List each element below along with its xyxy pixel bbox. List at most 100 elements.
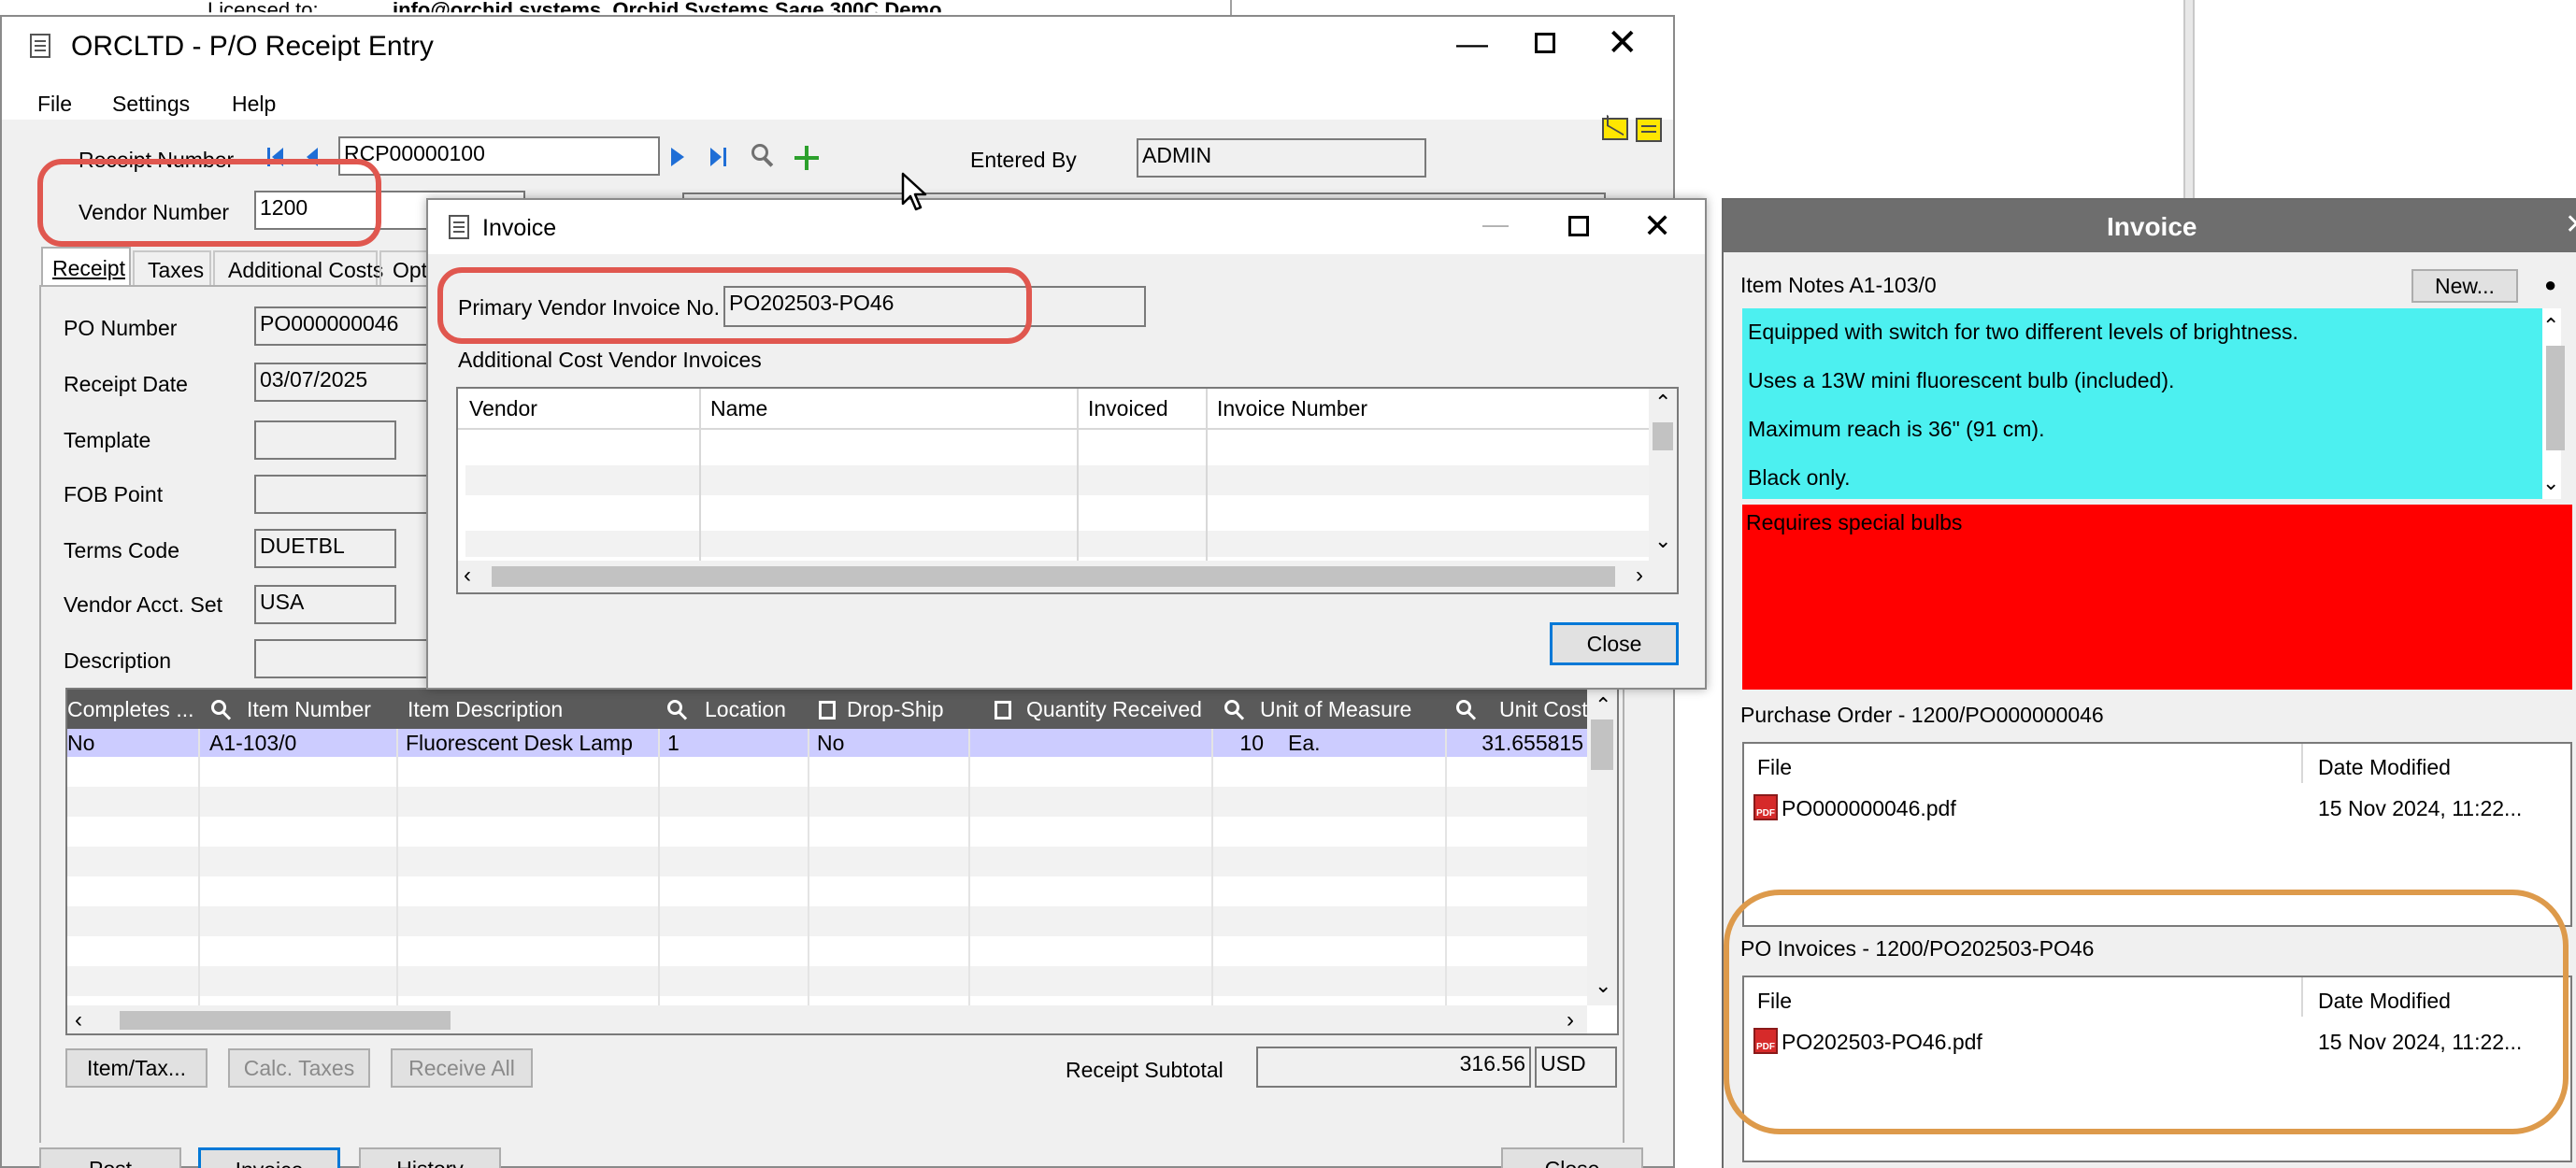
side-panel-close-icon[interactable]: ✕ bbox=[2565, 211, 2576, 239]
cell-item-description: Fluorescent Desk Lamp bbox=[406, 730, 633, 755]
scroll-up-arrow-icon[interactable]: ⌃ bbox=[2542, 316, 2559, 336]
purchase-order-section-label: Purchase Order - 1200/PO000000046 bbox=[1740, 703, 2104, 727]
new-record-plus-icon[interactable] bbox=[794, 146, 819, 170]
description-field[interactable] bbox=[254, 639, 437, 678]
grid-search-icon bbox=[1224, 700, 1245, 720]
scroll-left-arrow-icon[interactable]: ‹ bbox=[75, 1009, 82, 1032]
col-quantity-received-header[interactable]: Quantity Received bbox=[1026, 690, 1202, 729]
scroll-right-arrow-icon[interactable]: › bbox=[1567, 1009, 1574, 1032]
grid-row-empty bbox=[67, 817, 1587, 847]
invoice-button[interactable]: Invoice bbox=[198, 1147, 340, 1168]
template-field[interactable] bbox=[254, 420, 396, 460]
grid-column-lines bbox=[808, 729, 809, 1005]
note-line: Uses a 13W mini fluorescent bulb (includ… bbox=[1748, 368, 2175, 392]
app-doc-icon bbox=[30, 34, 50, 58]
item-tax-button[interactable]: Item/Tax... bbox=[65, 1048, 208, 1088]
post-button[interactable]: Post bbox=[39, 1147, 181, 1168]
side-panel-title: Invoice bbox=[2107, 212, 2197, 241]
cell-location: 1 bbox=[667, 730, 680, 755]
dialog-title-bar[interactable] bbox=[428, 200, 1705, 254]
grid-vertical-thumb[interactable] bbox=[1591, 719, 1613, 770]
po-file-date: 15 Nov 2024, 11:22... bbox=[2318, 796, 2523, 820]
additional-grid-vthumb[interactable] bbox=[1653, 422, 1673, 450]
notes-icon[interactable] bbox=[1636, 118, 1662, 142]
col-vendor-header[interactable]: Vendor bbox=[469, 389, 537, 428]
dialog-close-icon[interactable]: ✕ bbox=[1643, 209, 1671, 243]
grid-horizontal-thumb[interactable] bbox=[120, 1011, 451, 1030]
col-item-number-header[interactable]: Item Number bbox=[247, 690, 371, 729]
grid-search-icon bbox=[211, 700, 232, 720]
background-scroll-divider bbox=[2183, 0, 2195, 198]
po-number-label: PO Number bbox=[64, 316, 178, 340]
col-invoiced-header[interactable]: Invoiced bbox=[1088, 389, 1168, 428]
menu-settings[interactable]: Settings bbox=[112, 93, 190, 115]
grid-lock-icon bbox=[995, 701, 1011, 719]
dialog-close-button[interactable]: Close bbox=[1550, 622, 1679, 665]
receipt-number-field[interactable]: RCP00000100 bbox=[338, 136, 660, 176]
entered-by-label: Entered By bbox=[970, 148, 1077, 172]
minimize-icon[interactable]: — bbox=[1456, 28, 1488, 60]
grid-row-selected[interactable]: No A1-103/0 Fluorescent Desk Lamp 1 No 1… bbox=[67, 729, 1587, 757]
notes-vthumb[interactable] bbox=[2546, 346, 2565, 450]
po-file-name[interactable]: PO000000046.pdf bbox=[1782, 798, 1956, 819]
receipt-date-field[interactable]: 03/07/2025 bbox=[254, 363, 437, 402]
additional-grid-row bbox=[465, 531, 1649, 557]
po-date-header[interactable]: Date Modified bbox=[2318, 757, 2451, 778]
new-note-button[interactable]: New... bbox=[2411, 269, 2518, 303]
scroll-up-arrow-icon[interactable]: ⌃ bbox=[1595, 695, 1611, 716]
col-drop-ship-header[interactable]: Drop-Ship bbox=[847, 690, 944, 729]
additional-grid-header: Vendor Name Invoiced Invoice Number bbox=[458, 389, 1649, 430]
maximize-icon[interactable] bbox=[1535, 33, 1555, 53]
grid-search-icon bbox=[667, 700, 688, 720]
additional-grid-row bbox=[465, 465, 1649, 495]
receipt-date-label: Receipt Date bbox=[64, 372, 188, 396]
close-main-button[interactable]: Close bbox=[1501, 1147, 1643, 1168]
scroll-down-arrow-icon[interactable]: ⌄ bbox=[1595, 976, 1611, 996]
col-unit-of-measure-header[interactable]: Unit of Measure bbox=[1260, 690, 1411, 729]
menu-help[interactable]: Help bbox=[232, 93, 276, 115]
calc-taxes-button[interactable]: Calc. Taxes bbox=[228, 1048, 370, 1088]
terms-code-label: Terms Code bbox=[64, 538, 179, 563]
cell-unit-of-measure: Ea. bbox=[1288, 730, 1321, 755]
additional-grid-hthumb[interactable] bbox=[492, 566, 1615, 587]
scroll-down-arrow-icon[interactable]: ⌄ bbox=[1654, 531, 1671, 551]
col-location-header[interactable]: Location bbox=[705, 690, 786, 729]
scroll-left-arrow-icon[interactable]: ‹ bbox=[464, 564, 471, 587]
note-line: Maximum reach is 36" (91 cm). bbox=[1748, 417, 2045, 441]
fob-point-field[interactable] bbox=[254, 475, 437, 514]
pin-icon[interactable]: ● bbox=[2544, 275, 2556, 295]
col-completes-header[interactable]: Completes ... bbox=[67, 690, 194, 729]
vendor-acct-set-label: Vendor Acct. Set bbox=[64, 592, 223, 617]
po-number-field[interactable]: PO000000046 bbox=[254, 306, 437, 346]
dialog-maximize-icon[interactable] bbox=[1568, 216, 1589, 236]
vendor-acct-set-field[interactable]: USA bbox=[254, 585, 396, 624]
primary-invoice-highlight bbox=[437, 267, 1032, 344]
finder-search-icon[interactable] bbox=[751, 144, 776, 170]
col-unit-cost-header[interactable]: Unit Cost bbox=[1499, 690, 1588, 729]
detail-grid: Completes ... Item Number Item Descripti… bbox=[65, 688, 1619, 1035]
po-file-header[interactable]: File bbox=[1757, 757, 1792, 778]
note-line: Black only. bbox=[1748, 465, 1851, 490]
side-panel: Invoice ✕ Item Notes A1-103/0 New... ● E… bbox=[1722, 198, 2576, 1168]
tab-additional-costs-label: Additional Costs bbox=[228, 258, 384, 282]
pdf-icon-text: PDF bbox=[1756, 808, 1775, 819]
history-button[interactable]: History bbox=[359, 1147, 501, 1168]
col-invoice-number-header[interactable]: Invoice Number bbox=[1217, 389, 1367, 428]
receive-all-button[interactable]: Receive All bbox=[391, 1048, 533, 1088]
col-item-description-header[interactable]: Item Description bbox=[408, 690, 563, 729]
last-record-icon[interactable] bbox=[710, 146, 731, 168]
grid-column-lines bbox=[198, 729, 200, 1005]
menu-file[interactable]: File bbox=[37, 93, 72, 115]
scroll-up-arrow-icon[interactable]: ⌃ bbox=[1654, 392, 1671, 413]
cell-quantity-received: 10 bbox=[1239, 730, 1264, 755]
scroll-down-arrow-icon[interactable]: ⌄ bbox=[2542, 473, 2559, 493]
pdf-file-icon: PDF bbox=[1753, 794, 1778, 820]
email-icon[interactable] bbox=[1602, 114, 1628, 140]
col-name-header[interactable]: Name bbox=[710, 389, 767, 428]
additional-grid-col-line bbox=[1077, 389, 1079, 561]
next-record-icon[interactable] bbox=[671, 148, 684, 166]
close-window-icon[interactable]: ✕ bbox=[1607, 24, 1639, 62]
scroll-right-arrow-icon[interactable]: › bbox=[1636, 564, 1643, 587]
grid-row-empty bbox=[67, 906, 1587, 936]
terms-code-field[interactable]: DUETBL bbox=[254, 529, 396, 568]
